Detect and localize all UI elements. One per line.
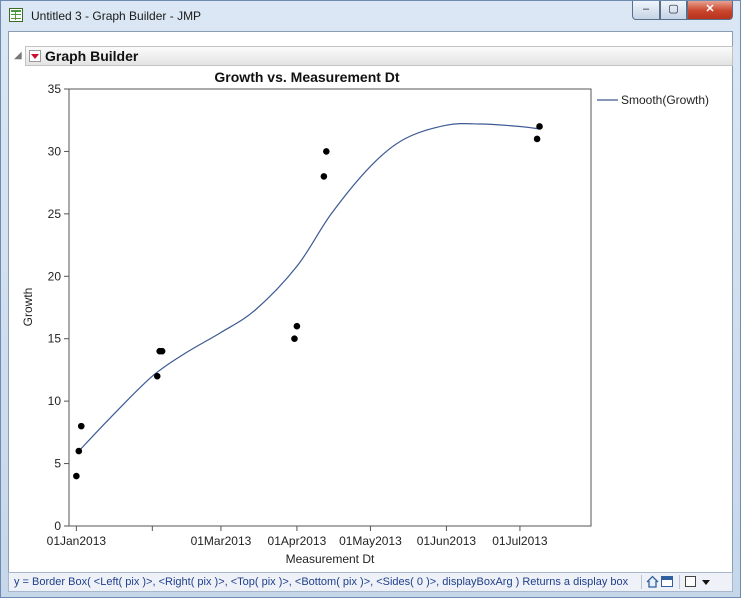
y-tick-label: 25 [48,207,62,221]
y-axis-label: Growth [21,288,35,327]
status-divider [679,575,680,589]
data-point [75,447,83,455]
y-tick-label: 20 [48,269,62,283]
x-tick-label: 01May2013 [339,534,402,548]
graph-builder-outline: ◢ Graph Builder [13,46,734,68]
y-tick-label: 10 [48,394,62,408]
x-tick-label: 01Jan2013 [47,534,107,548]
status-divider [641,575,642,589]
y-tick-label: 0 [54,519,61,533]
red-triangle-menu-icon[interactable] [29,50,41,62]
y-tick-label: 15 [48,332,62,346]
y-tick-label: 5 [54,457,61,471]
maximize-button[interactable]: ▢ [660,1,687,20]
data-point [533,135,541,143]
data-point [77,422,85,430]
data-point [536,123,543,130]
data-point [293,322,301,330]
data-table-icon[interactable] [661,576,673,587]
dropdown-arrow-icon[interactable] [702,580,710,585]
legend-label: Smooth(Growth) [621,93,709,107]
x-tick-label: 01Jul2013 [492,534,548,548]
status-text: y = Border Box( <Left( pix )>, <Right( p… [14,576,629,588]
data-point [158,347,166,355]
x-tick-label: 01Mar2013 [191,534,252,548]
status-bar: y = Border Box( <Left( pix )>, <Right( p… [8,572,733,592]
jmp-data-table-icon [9,8,23,22]
outline-title: Graph Builder [45,48,139,64]
checkbox-icon[interactable] [685,576,696,587]
x-axis: 01Jan2013 01Mar2013 01Apr2013 01May2013 01Ju… [47,526,548,548]
x-tick-label: 01Apr2013 [268,534,327,548]
outline-header[interactable]: Graph Builder [25,46,733,66]
data-point [291,335,298,343]
data-point [320,173,328,180]
plot-frame [68,88,592,527]
y-tick-label: 30 [48,144,62,158]
x-axis-label: Measurement Dt [286,552,375,566]
x-tick-label: 01Jun2013 [417,534,477,548]
y-axis: 0 5 10 15 20 25 30 35 [48,82,69,533]
data-point [153,372,161,380]
chart-title: Growth vs. Measurement Dt [214,69,399,85]
window-title: Untitled 3 - Graph Builder - JMP [31,9,202,23]
disclosure-icon[interactable]: ◢ [14,50,22,61]
data-point [323,148,330,155]
report-area: ◢ Graph Builder Growth vs. Measurement D… [8,31,733,573]
title-bar[interactable]: Untitled 3 - Graph Builder - JMP – ▢ ✕ [1,1,740,31]
graph-chart[interactable]: Growth vs. Measurement Dt 0 5 10 15 20 25 30 35… [9,68,732,573]
data-point [73,472,80,480]
home-icon[interactable] [646,575,659,588]
app-window: Untitled 3 - Graph Builder - JMP – ▢ ✕ ◢… [0,0,741,598]
close-button[interactable]: ✕ [687,1,733,20]
y-tick-label: 35 [48,82,62,96]
minimize-button[interactable]: – [632,1,660,20]
